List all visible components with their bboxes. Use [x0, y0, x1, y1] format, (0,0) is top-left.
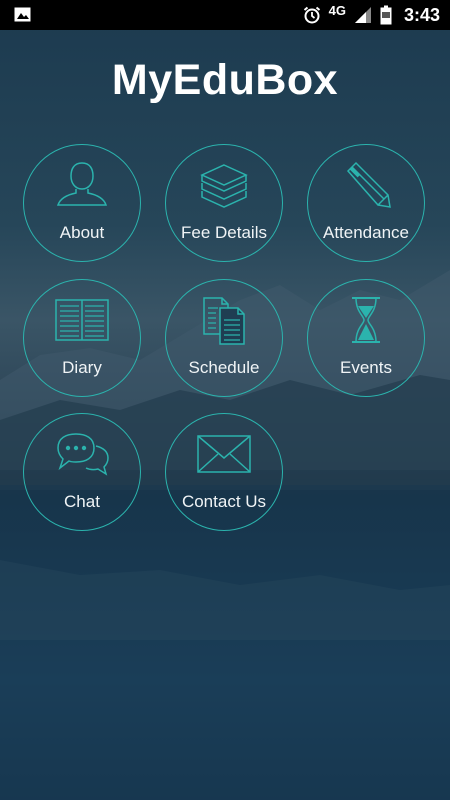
schedule-button[interactable]: Schedule	[165, 279, 283, 397]
about-button[interactable]: About	[23, 144, 141, 262]
pencil-icon	[336, 159, 396, 211]
battery-icon	[380, 5, 392, 25]
envelope-icon	[194, 428, 254, 480]
schedule-label: Schedule	[188, 358, 260, 377]
mountain-landscape-image	[0, 270, 450, 800]
fee-details-button[interactable]: Fee Details	[165, 144, 283, 262]
contact-us-button[interactable]: Contact Us	[165, 413, 283, 531]
network-type-label: 4G	[328, 2, 346, 18]
clock-time: 3:43	[403, 4, 440, 25]
attendance-button[interactable]: Attendance	[307, 144, 425, 262]
events-button[interactable]: Events	[307, 279, 425, 397]
person-icon	[52, 159, 112, 211]
image-notification-icon	[14, 7, 31, 22]
signal-strength-icon	[354, 7, 371, 23]
chat-button[interactable]: Chat	[23, 413, 141, 531]
app-title: MyEduBox	[111, 56, 339, 104]
diary-label: Diary	[62, 358, 102, 377]
chat-label: Chat	[64, 492, 100, 511]
contact-us-label: Contact Us	[181, 492, 267, 511]
layers-icon	[194, 159, 254, 211]
alarm-clock-icon	[303, 6, 321, 24]
diary-button[interactable]: Diary	[23, 279, 141, 397]
chat-bubbles-icon	[52, 428, 112, 480]
attendance-label: Attendance	[322, 223, 409, 242]
events-label: Events	[340, 358, 392, 377]
fee-details-label: Fee Details	[181, 223, 267, 242]
documents-icon	[194, 294, 254, 346]
about-label: About	[59, 223, 105, 242]
open-book-icon	[52, 294, 112, 346]
hourglass-icon	[352, 294, 380, 346]
status-bar: 4G 3:43	[0, 0, 450, 30]
